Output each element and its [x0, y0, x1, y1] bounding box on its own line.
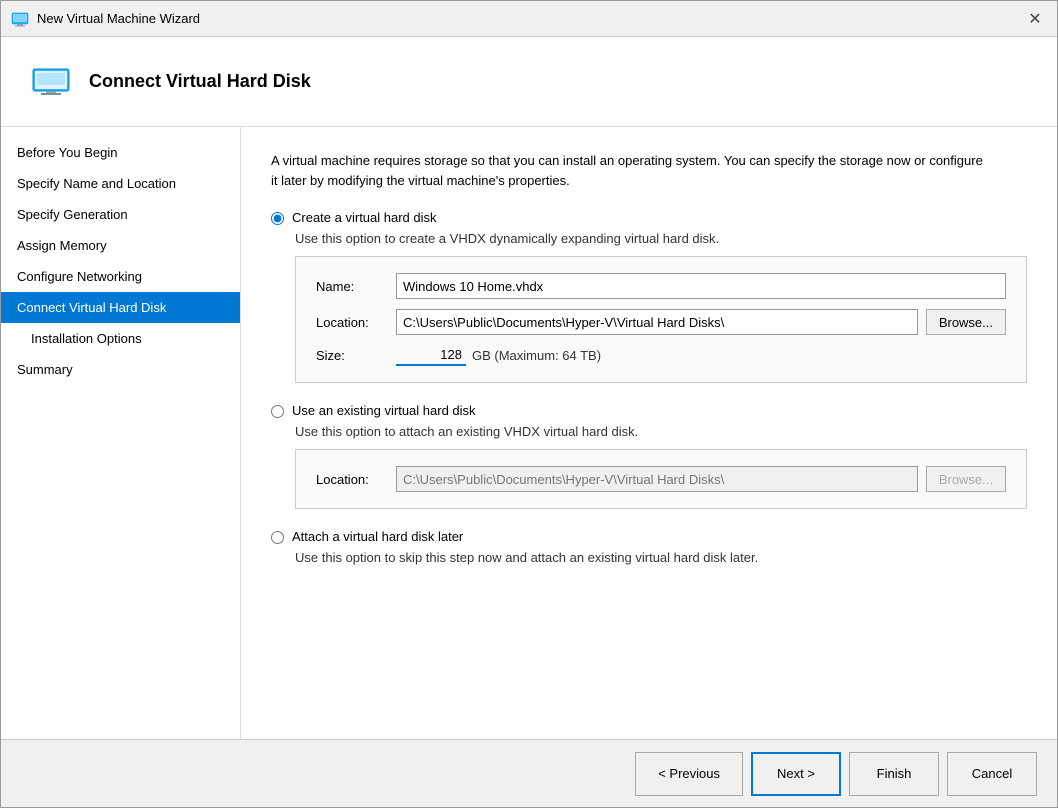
sidebar-item-summary[interactable]: Summary — [1, 354, 240, 385]
sidebar-item-configure-networking[interactable]: Configure Networking — [1, 261, 240, 292]
use-existing-label[interactable]: Use an existing virtual hard disk — [292, 403, 476, 418]
sidebar-item-assign-memory[interactable]: Assign Memory — [1, 230, 240, 261]
use-existing-radio[interactable] — [271, 405, 284, 418]
size-label: Size: — [316, 348, 396, 363]
existing-location-input — [396, 466, 918, 492]
create-new-radio[interactable] — [271, 212, 284, 225]
size-input[interactable] — [396, 345, 466, 366]
existing-location-label: Location: — [316, 472, 396, 487]
browse-button-existing: Browse... — [926, 466, 1006, 492]
use-existing-option: Use an existing virtual hard disk — [271, 403, 1027, 418]
location-input[interactable] — [396, 309, 918, 335]
header-icon — [31, 67, 71, 97]
sidebar-item-connect-vhd[interactable]: Connect Virtual Hard Disk — [1, 292, 240, 323]
window-title: New Virtual Machine Wizard — [37, 11, 1023, 26]
header-title: Connect Virtual Hard Disk — [89, 71, 311, 92]
title-bar: New Virtual Machine Wizard ✕ — [1, 1, 1057, 37]
name-input[interactable] — [396, 273, 1006, 299]
location-label: Location: — [316, 315, 396, 330]
wizard-window: New Virtual Machine Wizard ✕ Connect Vir… — [0, 0, 1058, 808]
existing-location-row: Location: Browse... — [316, 466, 1006, 492]
name-row: Name: — [316, 273, 1006, 299]
finish-button[interactable]: Finish — [849, 752, 939, 796]
next-button[interactable]: Next > — [751, 752, 841, 796]
attach-later-label[interactable]: Attach a virtual hard disk later — [292, 529, 463, 544]
create-new-label[interactable]: Create a virtual hard disk — [292, 210, 437, 225]
location-row: Location: Browse... — [316, 309, 1006, 335]
use-existing-sublabel: Use this option to attach an existing VH… — [295, 424, 1027, 439]
sidebar-item-specify-name-location[interactable]: Specify Name and Location — [1, 168, 240, 199]
attach-later-sublabel: Use this option to skip this step now an… — [295, 550, 1027, 565]
create-new-option: Create a virtual hard disk — [271, 210, 1027, 225]
sidebar-item-installation-options[interactable]: Installation Options — [1, 323, 240, 354]
browse-button-create[interactable]: Browse... — [926, 309, 1006, 335]
wizard-header: Connect Virtual Hard Disk — [1, 37, 1057, 127]
name-label: Name: — [316, 279, 396, 294]
size-row: Size: GB (Maximum: 64 TB) — [316, 345, 1006, 366]
attach-later-radio[interactable] — [271, 531, 284, 544]
wizard-footer: < Previous Next > Finish Cancel — [1, 739, 1057, 807]
sidebar: Before You BeginSpecify Name and Locatio… — [1, 127, 241, 739]
cancel-button[interactable]: Cancel — [947, 752, 1037, 796]
create-new-sublabel: Use this option to create a VHDX dynamic… — [295, 231, 1027, 246]
window-icon — [11, 10, 29, 28]
attach-later-group: Attach a virtual hard disk later Use thi… — [271, 529, 1027, 565]
sidebar-item-before-you-begin[interactable]: Before You Begin — [1, 137, 240, 168]
description-text: A virtual machine requires storage so th… — [271, 151, 991, 190]
use-existing-form: Location: Browse... — [295, 449, 1027, 509]
create-new-group: Create a virtual hard disk Use this opti… — [271, 210, 1027, 383]
sidebar-item-specify-generation[interactable]: Specify Generation — [1, 199, 240, 230]
previous-button[interactable]: < Previous — [635, 752, 743, 796]
use-existing-group: Use an existing virtual hard disk Use th… — [271, 403, 1027, 509]
attach-later-option: Attach a virtual hard disk later — [271, 529, 1027, 544]
close-button[interactable]: ✕ — [1023, 7, 1047, 31]
size-unit: GB (Maximum: 64 TB) — [472, 348, 601, 363]
main-content: A virtual machine requires storage so th… — [241, 127, 1057, 739]
content-area: Before You BeginSpecify Name and Locatio… — [1, 127, 1057, 739]
create-new-form: Name: Location: Browse... Size: GB (Maxi… — [295, 256, 1027, 383]
